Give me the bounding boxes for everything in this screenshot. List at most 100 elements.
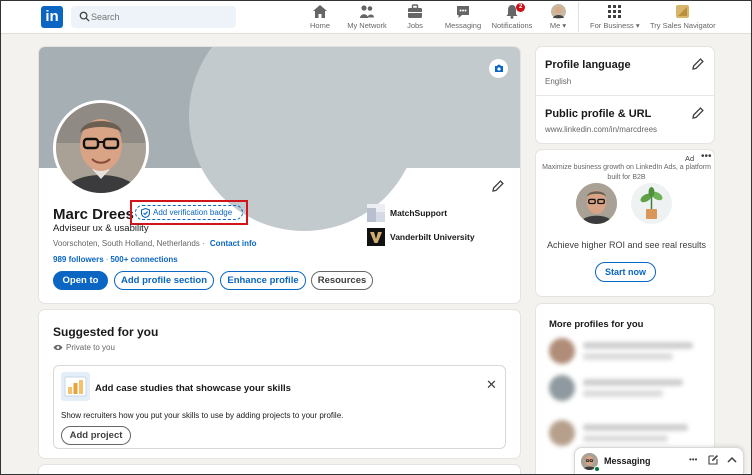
nav-me[interactable]: Me ▾ — [546, 4, 570, 32]
blurred-text — [583, 342, 693, 349]
org-name: MatchSupport — [390, 208, 448, 218]
nav-try-sales-navigator[interactable]: Try Sales Navigator — [650, 4, 716, 32]
close-icon[interactable]: ✕ — [486, 377, 497, 393]
public-profile-title: Public profile & URL — [545, 108, 652, 120]
blurred-text — [583, 353, 673, 360]
privacy-note: Private to you — [53, 343, 115, 352]
chevron-up-icon[interactable] — [727, 456, 737, 463]
followers-link[interactable]: 989 followers — [53, 255, 104, 264]
suggested-card: Suggested for you Private to you Add cas… — [38, 309, 521, 459]
briefcase-icon — [408, 4, 422, 18]
compose-icon[interactable] — [708, 454, 719, 465]
home-icon — [313, 5, 327, 18]
start-now-button[interactable]: Start now — [595, 262, 656, 282]
messaging-label: Messaging — [604, 456, 651, 466]
profile-card: Marc Drees Add verification badge Advise… — [38, 46, 521, 304]
chevron-down-icon: ▾ — [635, 21, 640, 30]
connections-link[interactable]: 500+ connections — [110, 255, 177, 264]
public-profile-url: www.linkedin.com/in/marcdrees — [545, 125, 658, 134]
chevron-down-icon: ▾ — [562, 21, 567, 30]
contact-info-link[interactable]: Contact info — [210, 239, 257, 248]
add-profile-section-button[interactable]: Add profile section — [114, 271, 214, 290]
grid-icon — [607, 5, 621, 18]
ad-headline: Achieve higher ROI and see real results — [546, 240, 707, 250]
education-org-vanderbilt[interactable]: Vanderbilt University — [367, 228, 475, 246]
privacy-label: Private to you — [66, 343, 115, 352]
linkedin-logo[interactable]: in — [41, 6, 63, 28]
nav-jobs[interactable]: Jobs — [403, 4, 427, 32]
blurred-text — [583, 379, 683, 386]
enhance-profile-button[interactable]: Enhance profile — [220, 271, 306, 290]
profile-network-stats: 989 followers · 500+ connections — [53, 255, 178, 264]
case-study-illustration — [61, 372, 90, 401]
nav-me-label: Me — [549, 21, 561, 30]
profile-location-row: Voorschoten, South Holland, Netherlands … — [53, 239, 257, 248]
nav-home[interactable]: Home — [306, 4, 334, 32]
messaging-icon — [457, 6, 469, 18]
vanderbilt-logo — [367, 228, 385, 246]
profile-photo-image — [56, 103, 146, 193]
nav-for-business-label: For Business — [590, 21, 634, 30]
add-verification-badge-button[interactable]: Add verification badge — [135, 205, 243, 220]
suggestion-title: Add case studies that showcase your skil… — [95, 383, 291, 394]
open-to-button[interactable]: Open to — [53, 271, 108, 290]
blurred-text — [583, 435, 668, 442]
ad-label: Ad — [685, 154, 695, 163]
nav-jobs-label: Jobs — [407, 21, 423, 30]
edit-intro-pencil-icon[interactable] — [492, 180, 504, 192]
profile-location: Voorschoten, South Holland, Netherlands — [53, 239, 200, 248]
add-project-button[interactable]: Add project — [61, 426, 131, 445]
profile-name: Marc Drees — [53, 206, 134, 223]
matchsupport-logo — [367, 204, 385, 222]
avatar — [549, 338, 575, 364]
camera-icon — [494, 64, 503, 72]
profile-photo[interactable] — [53, 100, 149, 196]
search-input[interactable] — [91, 6, 231, 28]
ad-profile-photo — [576, 183, 617, 224]
search-icon — [79, 11, 90, 22]
suggestion-description: Show recruiters how you put your skills … — [61, 411, 344, 420]
divider — [536, 95, 714, 96]
nav-sales-navigator-label: Try Sales Navigator — [650, 21, 716, 30]
avatar — [549, 420, 575, 446]
search-bar[interactable] — [71, 6, 236, 28]
nav-messaging[interactable]: Messaging — [443, 4, 483, 32]
suggested-title: Suggested for you — [53, 325, 159, 339]
verification-highlight-box: Add verification badge — [130, 200, 248, 225]
messaging-overlay[interactable]: Messaging ••• — [574, 447, 744, 475]
nav-my-network[interactable]: My Network — [345, 4, 389, 32]
list-item[interactable] — [549, 338, 699, 368]
network-icon — [360, 5, 374, 18]
nav-messaging-label: Messaging — [444, 21, 482, 30]
nav-for-business[interactable]: For Business ▾ — [590, 4, 640, 32]
nav-divider — [578, 2, 579, 32]
edit-url-pencil-icon[interactable] — [692, 107, 704, 119]
experience-org-matchsupport[interactable]: MatchSupport — [367, 204, 447, 222]
separator-dot: · — [105, 255, 109, 264]
blurred-text — [583, 424, 688, 431]
list-item[interactable] — [549, 420, 699, 450]
next-section-card — [38, 464, 521, 475]
avatar — [550, 4, 566, 19]
ad-description: Maximize business growth on LinkedIn Ads… — [542, 164, 711, 181]
profile-language-title: Profile language — [545, 59, 631, 71]
ad-card: Ad ••• Maximize business growth on Linke… — [535, 149, 715, 297]
profile-settings-card: Profile language English Public profile … — [535, 46, 715, 144]
ad-more-options[interactable]: ••• — [701, 151, 712, 162]
top-navigation: in Home My Network Jobs Messaging 2 Noti… — [0, 0, 752, 34]
online-status-indicator — [594, 466, 600, 472]
nav-notifications-label: Notifications — [491, 21, 533, 30]
nav-notifications[interactable]: 2 Notifications — [490, 3, 534, 32]
resources-button[interactable]: Resources — [311, 271, 373, 290]
messaging-more-options[interactable]: ••• — [689, 455, 697, 464]
more-profiles-title: More profiles for you — [549, 319, 644, 330]
separator-dot: · — [202, 239, 205, 248]
add-verification-badge-label: Add verification badge — [153, 208, 233, 217]
shield-check-icon — [141, 208, 150, 218]
list-item[interactable] — [549, 375, 699, 405]
edit-cover-button[interactable] — [489, 59, 508, 78]
nav-home-label: Home — [309, 21, 330, 30]
suggestion-item: Add case studies that showcase your skil… — [53, 365, 506, 449]
edit-language-pencil-icon[interactable] — [692, 58, 704, 70]
eye-icon — [53, 344, 63, 351]
